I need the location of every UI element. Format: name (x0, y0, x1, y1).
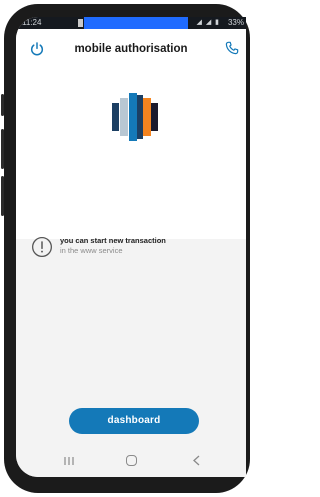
status-highlight (84, 17, 188, 29)
back-icon[interactable] (192, 455, 202, 466)
message-main: you can start new transaction (60, 236, 166, 245)
message-sub: in the www service (60, 246, 123, 255)
header-panel: mobile authorisation (16, 29, 246, 239)
info-icon (32, 237, 52, 257)
app-logo (112, 93, 158, 141)
battery-level: 33% (227, 18, 244, 27)
status-bar: 11:24 ◢ ◢ ▮ 33% (16, 17, 246, 29)
system-navbar (16, 444, 246, 477)
recent-apps-icon[interactable] (63, 456, 75, 466)
status-time: 11:24 (22, 18, 42, 27)
volume-button-2 (1, 129, 4, 169)
notification-icon (78, 19, 83, 27)
side-key (1, 176, 4, 216)
volume-button (1, 94, 4, 116)
app-screen: 11:24 ◢ ◢ ▮ 33% mobile authorisation you… (16, 17, 246, 477)
status-message: you can start new transaction in the www… (60, 236, 240, 256)
signal-icons: ◢ ◢ ▮ (196, 19, 220, 26)
page-title: mobile authorisation (74, 43, 188, 55)
phone-icon[interactable] (224, 40, 240, 56)
dashboard-button[interactable]: dashboard (69, 408, 199, 434)
home-icon[interactable] (126, 455, 137, 466)
